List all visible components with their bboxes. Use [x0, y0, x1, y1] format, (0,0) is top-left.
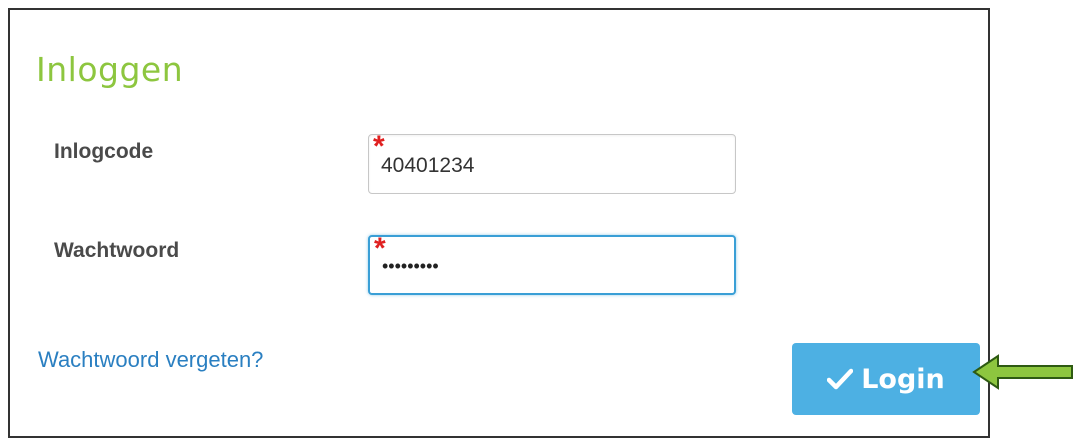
- password-field[interactable]: *: [368, 234, 736, 295]
- forgot-password-link[interactable]: Wachtwoord vergeten?: [38, 347, 263, 373]
- password-input[interactable]: [382, 249, 722, 283]
- page-title: Inloggen: [36, 50, 184, 89]
- login-panel: Inloggen Inlogcode * Wachtwoord * Wachtw…: [8, 8, 990, 438]
- username-field[interactable]: *: [368, 132, 736, 194]
- username-label: Inlogcode: [54, 140, 154, 163]
- password-label: Wachtwoord: [54, 239, 180, 262]
- username-input[interactable]: [381, 149, 721, 183]
- arrow-left-icon: [972, 354, 1073, 390]
- login-button-label: Login: [861, 363, 945, 395]
- login-button[interactable]: Login: [792, 343, 980, 415]
- check-icon: [827, 368, 854, 390]
